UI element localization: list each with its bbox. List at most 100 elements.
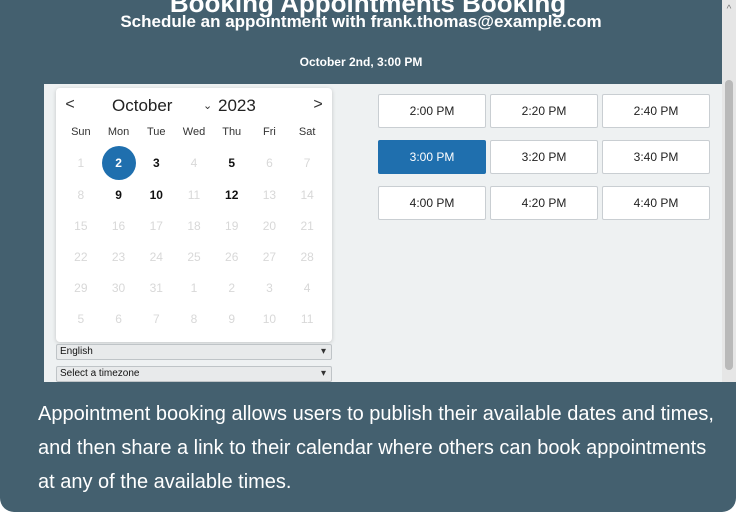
calendar-day-number: 6 <box>115 311 122 326</box>
time-slot-button[interactable]: 4:20 PM <box>490 186 598 220</box>
calendar-day: 26 <box>213 242 251 273</box>
date-picker: < October ⌄ 2023 > Sun Mon Tue Wed Thu Fri Sat… <box>56 88 332 342</box>
scroll-up-icon[interactable]: ^ <box>722 4 736 15</box>
calendar-day: 18 <box>175 211 213 242</box>
calendar-day-number: 23 <box>111 249 126 264</box>
calendar-day[interactable]: 12 <box>213 180 251 211</box>
weekday-label: Tue <box>147 126 166 138</box>
calendar-day-number: 6 <box>266 156 273 170</box>
calendar-day-number: 4 <box>190 156 198 170</box>
calendar-day-number: 21 <box>300 219 314 234</box>
calendar-day-number: 7 <box>303 156 311 170</box>
year-label[interactable]: 2023 <box>218 96 256 116</box>
calendar-day: 28 <box>288 242 326 273</box>
calendar-day: 1 <box>62 146 100 180</box>
chevron-down-icon: ▾ <box>320 368 326 379</box>
calendar-day: 29 <box>62 272 100 303</box>
time-slot-button[interactable]: 2:40 PM <box>602 94 710 128</box>
time-slot-button[interactable]: 3:20 PM <box>490 140 598 174</box>
time-slot-button[interactable]: 2:20 PM <box>490 94 598 128</box>
weekday-label: Sat <box>298 126 316 138</box>
calendar-day: 4 <box>175 146 213 180</box>
calendar-day-number: 18 <box>187 219 201 234</box>
calendar-day: 3 <box>251 272 289 303</box>
calendar-day: 6 <box>100 303 138 334</box>
calendar-day-number: 31 <box>149 280 163 295</box>
weekday-label: Mon <box>107 126 130 138</box>
scrollbar[interactable]: ^ <box>722 0 736 382</box>
calendar-day-number: 28 <box>300 249 314 264</box>
calendar-day-selected[interactable]: 2 <box>100 146 138 180</box>
calendar-day-number: 26 <box>225 249 239 264</box>
calendar-day-number: 1 <box>77 156 85 170</box>
calendar-day-number: 11 <box>187 188 201 203</box>
calendar-day: 11 <box>175 180 213 211</box>
calendar-day-number: 13 <box>262 188 277 203</box>
calendar-day: 10 <box>251 303 289 334</box>
time-slot-button[interactable]: 4:40 PM <box>602 186 710 220</box>
calendar-day-number: 15 <box>74 219 88 234</box>
calendar-day-number: 29 <box>74 280 88 295</box>
weekday-header: Sun Mon Tue Wed Thu Fri Sat <box>62 126 326 140</box>
time-slot-button[interactable]: 3:40 PM <box>602 140 710 174</box>
time-slot-button[interactable]: 2:00 PM <box>378 94 486 128</box>
calendar-day-number: 19 <box>225 219 239 234</box>
calendar-nav: < October ⌄ 2023 > <box>56 96 332 116</box>
calendar-day-number: 3 <box>152 156 160 170</box>
calendar-day: 23 <box>100 242 138 273</box>
calendar-day: 15 <box>62 211 100 242</box>
calendar-day: 21 <box>288 211 326 242</box>
calendar-day[interactable]: 3 <box>137 146 175 180</box>
calendar-day-number: 12 <box>225 188 239 203</box>
calendar-day: 25 <box>175 242 213 273</box>
screenshot-frame: Schedule an appointment with frank.thoma… <box>0 0 736 512</box>
calendar-day-number: 10 <box>149 188 163 203</box>
month-select[interactable]: October <box>112 96 172 116</box>
calendar-day-number: 9 <box>228 311 236 326</box>
calendar-day[interactable]: 10 <box>137 180 175 211</box>
calendar-day-number: 24 <box>149 249 163 264</box>
time-slot-grid: 2:00 PM 2:20 PM 2:40 PM 3:00 PM 3:20 PM 3:40 … <box>378 94 710 222</box>
calendar-day: 7 <box>137 303 175 334</box>
weekday-label: Thu <box>222 126 242 138</box>
language-select[interactable]: English ▾ <box>56 344 332 360</box>
calendar-day: 13 <box>251 180 289 211</box>
calendar-day[interactable]: 5 <box>213 146 251 180</box>
calendar-day-number: 25 <box>187 249 201 264</box>
time-slot-button-selected[interactable]: 3:00 PM <box>378 140 486 174</box>
calendar-day-number: 9 <box>115 188 122 203</box>
chevron-right-icon[interactable]: > <box>308 96 328 114</box>
calendar-day: 5 <box>62 303 100 334</box>
weekday-label: Sun <box>71 126 91 138</box>
chevron-left-icon[interactable]: < <box>60 96 80 114</box>
time-slot-button[interactable]: 4:00 PM <box>378 186 486 220</box>
calendar-day: 24 <box>137 242 175 273</box>
scrollbar-thumb[interactable] <box>725 80 733 370</box>
timezone-select[interactable]: Select a timezone ▾ <box>56 366 332 382</box>
calendar-day-number: 2 <box>228 280 236 295</box>
calendar-day-number: 7 <box>152 311 160 326</box>
calendar-day: 31 <box>137 272 175 303</box>
calendar-day: 17 <box>137 211 175 242</box>
calendar-day: 14 <box>288 180 326 211</box>
calendar-day-number: 2 <box>101 146 136 180</box>
calendar-day: 27 <box>251 242 289 273</box>
calendar-day: 6 <box>251 146 289 180</box>
calendar-day: 7 <box>288 146 326 180</box>
calendar-day: 2 <box>213 272 251 303</box>
calendar-day[interactable]: 9 <box>100 180 138 211</box>
calendar-day-number: 4 <box>303 280 311 295</box>
timezone-select-value: Select a timezone <box>60 368 140 379</box>
chevron-down-icon[interactable]: ⌄ <box>203 99 212 112</box>
calendar-day: 11 <box>288 303 326 334</box>
calendar-day: 4 <box>288 272 326 303</box>
weekday-label: Fri <box>263 126 276 138</box>
calendar-day-number: 8 <box>77 188 85 203</box>
calendar-day-number: 10 <box>262 311 277 326</box>
weekday-label: Wed <box>182 126 206 138</box>
calendar-day: 16 <box>100 211 138 242</box>
calendar-day: 1 <box>175 272 213 303</box>
calendar-day-number: 30 <box>111 280 126 295</box>
calendar-day-number: 5 <box>77 311 85 326</box>
calendar-day-number: 17 <box>149 219 163 234</box>
